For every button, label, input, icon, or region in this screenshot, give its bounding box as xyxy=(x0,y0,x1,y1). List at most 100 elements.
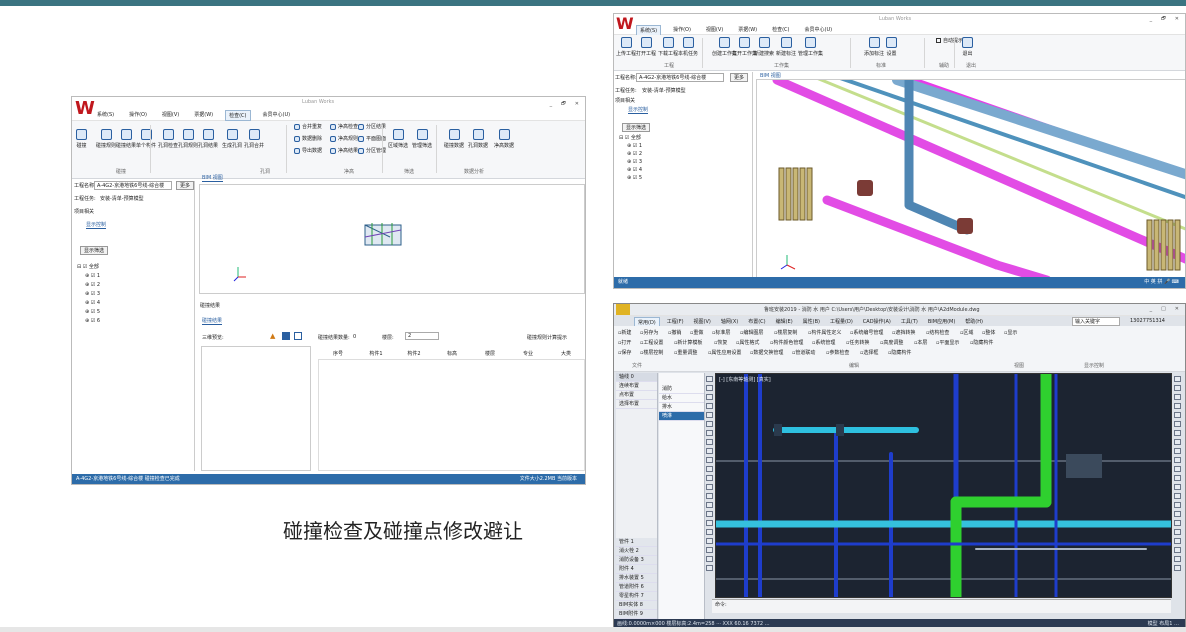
toolbar-tool-icon[interactable] xyxy=(706,475,713,481)
tree-node[interactable]: ⊕ ☑ 5 xyxy=(77,308,100,317)
ribbon-button[interactable]: 孔洞数据 xyxy=(468,129,488,149)
toolbar-tool-icon[interactable] xyxy=(706,493,713,499)
toolbar-tool-icon[interactable] xyxy=(1174,547,1181,553)
column-header[interactable]: 序号 xyxy=(319,350,357,357)
ribbon-button[interactable]: 本机任务 xyxy=(678,37,698,57)
ribbon-button[interactable]: 打开工程 xyxy=(636,37,656,57)
project-select[interactable]: A-4G2-京港地铁6号线-综合楼 xyxy=(94,181,172,190)
cad-category-item[interactable]: 消防设备 3 xyxy=(616,556,657,565)
panel-tab-display[interactable]: 显示控制 xyxy=(628,106,649,114)
tree-checkbox-icon[interactable]: ⊕ ☑ xyxy=(85,282,97,288)
cad-ribbon-button[interactable]: ▫新建 xyxy=(618,329,631,336)
tree-checkbox-icon[interactable]: ⊕ ☑ xyxy=(627,159,639,165)
bim-3d-viewport[interactable] xyxy=(756,79,1185,279)
menu-item[interactable]: 票据(W) xyxy=(191,110,216,121)
cad-ribbon-button[interactable]: ▫重量调整 xyxy=(674,349,697,356)
toolbar-tool-icon[interactable] xyxy=(706,547,713,553)
toolbar-tool-icon[interactable] xyxy=(1174,565,1181,571)
tree-node[interactable]: ⊕ ☑ 3 xyxy=(619,158,642,166)
cad-tool-item[interactable]: 点布置 xyxy=(616,391,657,400)
ribbon-button[interactable]: 净高数据 xyxy=(494,129,514,149)
cad-type-item[interactable]: 喷淋 xyxy=(659,412,704,421)
cad-category-item[interactable]: BIM附件 9 xyxy=(616,610,657,619)
cad-viewport[interactable]: [-] [东南等轴测] [真实] xyxy=(715,373,1172,598)
toolbar-tool-icon[interactable] xyxy=(706,457,713,463)
minimize-button[interactable]: _ xyxy=(1150,16,1153,24)
ribbon-button[interactable]: 孔洞结果 xyxy=(198,129,218,149)
minimize-button[interactable]: _ xyxy=(1150,306,1153,312)
cad-ribbon-button[interactable]: ▫属性应用设置 xyxy=(708,349,741,356)
project-select[interactable]: A-4G2-京港地铁6号线-综合楼 xyxy=(636,73,724,82)
menu-item[interactable]: 检查(C) xyxy=(225,110,251,121)
maximize-button[interactable]: □ xyxy=(1161,306,1166,312)
toolbar-tool-icon[interactable] xyxy=(1174,439,1181,445)
cad-category-item[interactable]: 排水装置 5 xyxy=(616,574,657,583)
toolbar-tool-icon[interactable] xyxy=(706,412,713,418)
toolbar-tool-icon[interactable] xyxy=(1174,484,1181,490)
toolbar-tool-icon[interactable] xyxy=(1174,448,1181,454)
filter-button[interactable]: 显示筛选 xyxy=(622,123,651,132)
column-header[interactable]: 大类 xyxy=(547,350,585,357)
cad-ribbon-button[interactable]: ▫恢复 xyxy=(714,339,727,346)
tree-checkbox-icon[interactable]: ⊕ ☑ xyxy=(85,309,97,315)
toolbar-tool-icon[interactable] xyxy=(1174,511,1181,517)
cad-ribbon-button[interactable]: ▫楼层控制 xyxy=(640,349,663,356)
command-line[interactable]: 命令: xyxy=(712,599,1171,613)
toolbar-tool-icon[interactable] xyxy=(1174,385,1181,391)
ribbon-button[interactable]: 管理工作集 xyxy=(798,37,823,57)
ribbon-button[interactable]: 净高结果 xyxy=(330,147,358,154)
toolbar-tool-icon[interactable] xyxy=(706,385,713,391)
cad-ribbon-button[interactable]: ▫数据交换管理 xyxy=(750,349,783,356)
cad-type-item[interactable]: 给水 xyxy=(659,394,704,403)
ribbon-button[interactable]: 碰撞 xyxy=(76,129,87,149)
list-icon[interactable] xyxy=(294,332,302,340)
toolbar-tool-icon[interactable] xyxy=(1174,529,1181,535)
cad-type-item[interactable]: 消防 xyxy=(659,385,704,394)
tree-node[interactable]: ⊟ ☑ 全部 xyxy=(619,134,642,142)
warning-icon[interactable]: ▲ xyxy=(270,332,275,340)
cad-ribbon-button[interactable]: ▫撤销 xyxy=(668,329,681,336)
tree-node[interactable]: ⊕ ☑ 4 xyxy=(77,299,100,308)
cad-ribbon-button[interactable]: ▫工程设置 xyxy=(640,339,663,346)
close-button[interactable]: ✕ xyxy=(575,101,579,109)
toolbar-tool-icon[interactable] xyxy=(1174,538,1181,544)
restore-button[interactable]: 🗗 xyxy=(561,101,566,109)
tree-node[interactable]: ⊕ ☑ 1 xyxy=(77,272,100,281)
menu-item[interactable]: 系统(S) xyxy=(94,110,117,121)
cad-ribbon-button[interactable]: ▫重做 xyxy=(690,329,703,336)
minimize-button[interactable]: _ xyxy=(550,101,553,109)
toolbar-tool-icon[interactable] xyxy=(1174,556,1181,562)
ribbon-button[interactable]: 碰撞规则 xyxy=(96,129,116,149)
cad-tool-item[interactable]: 连续布置 xyxy=(616,382,657,391)
results-subtab[interactable]: 碰撞结果 xyxy=(202,317,223,325)
cad-type-item[interactable]: 排水 xyxy=(659,403,704,412)
cad-ribbon-button[interactable]: ▫属性格式 xyxy=(736,339,759,346)
cad-ribbon-button[interactable]: ▫参数检查 xyxy=(826,349,849,356)
ribbon-button[interactable]: 新建标注 xyxy=(776,37,796,57)
toolbar-tool-icon[interactable] xyxy=(1174,421,1181,427)
cad-category-item[interactable]: BIM实体 8 xyxy=(616,601,657,610)
toolbar-tool-icon[interactable] xyxy=(706,403,713,409)
cad-ribbon-button[interactable]: ▫标准层 xyxy=(712,329,730,336)
ribbon-button[interactable]: 下载工程 xyxy=(658,37,678,57)
check-label[interactable]: 碰撞规则计算提示 xyxy=(527,334,567,341)
toolbar-tool-icon[interactable] xyxy=(1174,457,1181,463)
ribbon-button[interactable]: 碰撞结果 xyxy=(116,129,136,149)
tree-checkbox-icon[interactable]: ⊕ ☑ xyxy=(627,175,639,181)
toolbar-tool-icon[interactable] xyxy=(1174,466,1181,472)
cad-category-item[interactable]: 消火栓 2 xyxy=(616,547,657,556)
more-button[interactable]: 更多 xyxy=(176,181,195,190)
tree-checkbox-icon[interactable]: ⊟ ☑ xyxy=(619,135,631,141)
column-header[interactable]: 标高 xyxy=(433,350,471,357)
tree-node[interactable]: ⊕ ☑ 3 xyxy=(77,290,100,299)
tree-checkbox-icon[interactable]: ⊕ ☑ xyxy=(85,291,97,297)
cad-ribbon-button[interactable]: ▫打开 xyxy=(618,339,631,346)
tree-checkbox-icon[interactable]: ⊕ ☑ xyxy=(627,151,639,157)
toolbar-tool-icon[interactable] xyxy=(1174,430,1181,436)
cad-ribbon-button[interactable]: ▫保存 xyxy=(618,349,631,356)
ribbon-button[interactable]: 添加标注 xyxy=(864,37,884,57)
toolbar-tool-icon[interactable] xyxy=(706,394,713,400)
ribbon-button[interactable]: 净高规则 xyxy=(330,135,358,142)
ribbon-button[interactable]: 孔洞规则 xyxy=(178,129,198,149)
cad-ribbon-button[interactable]: ▫另存为 xyxy=(640,329,658,336)
